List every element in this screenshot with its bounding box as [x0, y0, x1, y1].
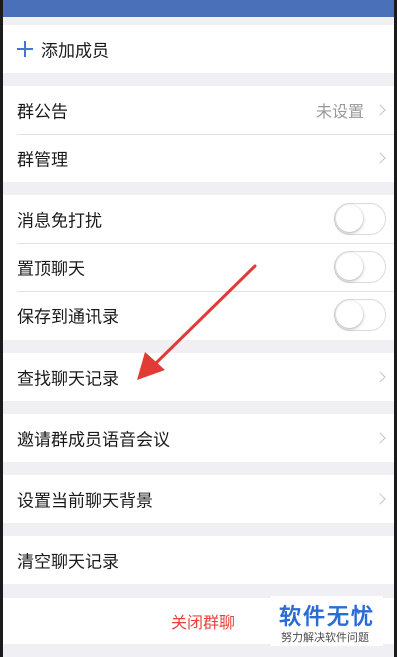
- plus-icon: [17, 41, 33, 57]
- chevron-right-icon: [374, 104, 386, 116]
- group-notice-value: 未设置: [315, 102, 364, 121]
- chat-background-row[interactable]: 设置当前聊天背景: [3, 476, 394, 522]
- pin-chat-toggle[interactable]: [334, 251, 386, 283]
- close-group-label: 关闭群聊: [170, 613, 236, 632]
- pin-chat-label: 置顶聊天: [17, 259, 85, 280]
- add-member-row[interactable]: 添加成员: [3, 26, 394, 72]
- group-manage-label: 群管理: [17, 150, 68, 171]
- clear-history-group: 清空聊天记录: [3, 536, 394, 584]
- watermark-subtitle: 努力解决软件问题: [281, 631, 369, 644]
- find-history-row[interactable]: 查找聊天记录: [3, 354, 394, 400]
- chevron-right-icon: [374, 432, 386, 444]
- find-history-group: 查找聊天记录: [3, 353, 394, 401]
- watermark-title: 软件无忧: [279, 605, 376, 630]
- group-manage-row[interactable]: 群管理: [3, 135, 394, 181]
- find-history-label: 查找聊天记录: [17, 369, 119, 390]
- save-to-contacts-label: 保存到通讯录: [17, 307, 119, 328]
- chevron-right-icon: [374, 152, 386, 164]
- group-info-section: 群公告 未设置 群管理: [3, 86, 394, 182]
- clear-history-label: 清空聊天记录: [17, 552, 119, 573]
- save-to-contacts-toggle[interactable]: [334, 299, 386, 331]
- mute-notifications-label: 消息免打扰: [17, 211, 102, 232]
- group-notice-label: 群公告: [17, 102, 68, 123]
- toggle-knob: [336, 253, 363, 280]
- chat-background-group: 设置当前聊天背景: [3, 475, 394, 523]
- chevron-right-icon: [374, 493, 386, 505]
- chat-background-label: 设置当前聊天背景: [17, 491, 153, 512]
- group-notice-row[interactable]: 群公告 未设置: [3, 87, 394, 133]
- voice-meeting-row[interactable]: 邀请群成员语音会议: [3, 415, 394, 461]
- pin-chat-row: 置顶聊天: [3, 244, 394, 290]
- save-to-contacts-row: 保存到通讯录: [3, 292, 394, 338]
- top-bar: [3, 0, 394, 17]
- clear-history-row[interactable]: 清空聊天记录: [3, 537, 394, 583]
- group-settings-screen: 添加成员 群公告 未设置 群管理 消息免打扰 置顶聊天 保存到通讯录 查找聊天记…: [3, 0, 394, 657]
- toggle-knob: [336, 301, 363, 328]
- toggle-knob: [336, 205, 363, 232]
- mute-notifications-row: 消息免打扰: [3, 196, 394, 242]
- voice-meeting-label: 邀请群成员语音会议: [17, 430, 170, 451]
- add-member-label: 添加成员: [41, 41, 109, 62]
- add-member-group: 添加成员: [3, 25, 394, 73]
- voice-meeting-group: 邀请群成员语音会议: [3, 414, 394, 462]
- watermark-logo: 软件无忧 努力解决软件问题: [271, 596, 383, 646]
- chevron-right-icon: [374, 371, 386, 383]
- toggle-section: 消息免打扰 置顶聊天 保存到通讯录: [3, 195, 394, 340]
- mute-notifications-toggle[interactable]: [334, 203, 386, 235]
